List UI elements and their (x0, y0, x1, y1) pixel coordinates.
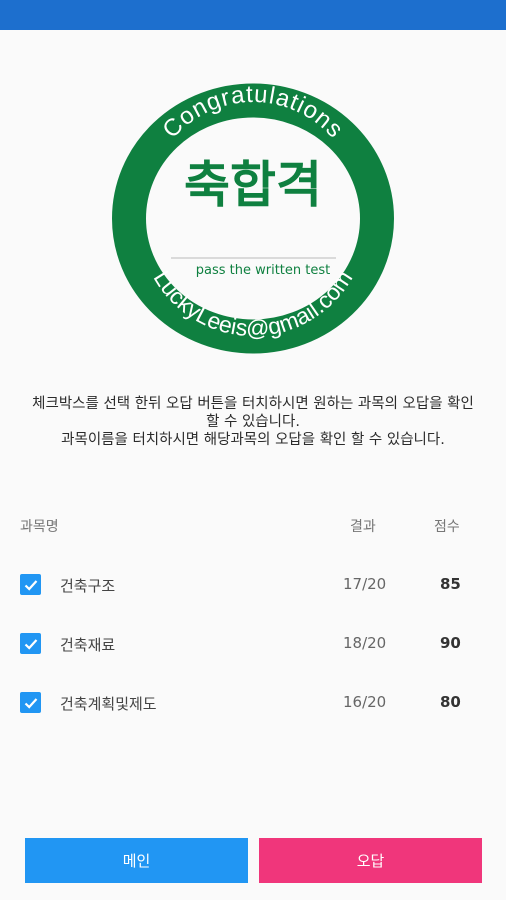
subject-result: 16/20 (343, 693, 387, 711)
check-icon (24, 579, 37, 591)
subject-name[interactable]: 건축재료 (60, 634, 115, 655)
subject-score: 80 (440, 693, 461, 711)
check-icon (24, 638, 37, 650)
subject-row[interactable]: 건축구조 17/20 85 (0, 565, 506, 605)
subject-checkbox[interactable] (20, 633, 41, 654)
wrong-answers-button[interactable]: 오답 (259, 838, 482, 883)
main-button[interactable]: 메인 (25, 838, 248, 883)
subject-checkbox[interactable] (20, 574, 41, 595)
subject-result: 18/20 (343, 634, 387, 652)
check-icon (24, 697, 37, 709)
subject-name[interactable]: 건축구조 (60, 575, 115, 596)
instructions-text: 체크박스를 선택 한뒤 오답 버튼을 터치하시면 원하는 과목의 오답을 확인 … (30, 395, 476, 449)
badge-main-text: 축합격 (184, 156, 322, 214)
header-result: 결과 (350, 519, 376, 535)
subject-name[interactable]: 건축계획및제도 (60, 693, 157, 714)
subject-checkbox[interactable] (20, 692, 41, 713)
table-header: 과목명 결과 점수 (0, 513, 506, 537)
header-subject: 과목명 (20, 519, 59, 535)
subject-row[interactable]: 건축재료 18/20 90 (0, 624, 506, 664)
subject-score: 85 (440, 575, 461, 593)
instructions-line-1: 체크박스를 선택 한뒤 오답 버튼을 터치하시면 원하는 과목의 오답을 확인 … (32, 396, 474, 430)
subject-score: 90 (440, 634, 461, 652)
instructions-line-2: 과목이름을 터치하시면 해당과목의 오답을 확인 할 수 있습니다. (61, 432, 445, 448)
badge-sub-text: pass the written test (196, 263, 330, 278)
congratulations-badge: Congratulations 축합격 pass the written tes… (112, 82, 394, 354)
subject-row[interactable]: 건축계획및제도 16/20 80 (0, 683, 506, 723)
subject-result: 17/20 (343, 575, 387, 593)
header-score: 점수 (434, 519, 460, 535)
status-bar (0, 0, 506, 30)
